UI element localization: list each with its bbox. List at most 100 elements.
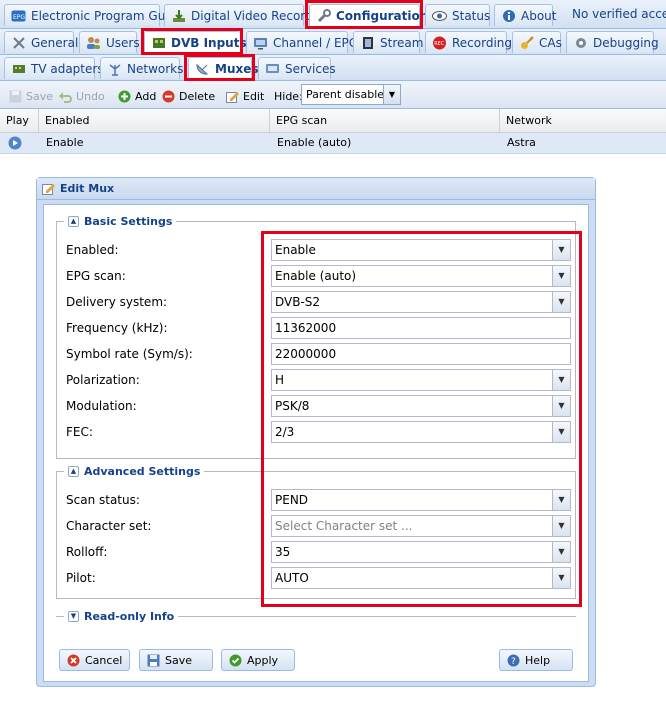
rolloff-combo[interactable]: 35 ▼ xyxy=(271,541,571,563)
delete-icon xyxy=(161,89,175,103)
hide-filter-value: Parent disabled xyxy=(306,88,392,101)
svg-text:REC: REC xyxy=(434,41,445,47)
table-row[interactable]: Enable Enable (auto) Astra xyxy=(0,133,666,154)
column-header-epg-scan[interactable]: EPG scan xyxy=(270,109,500,132)
tab-tv-adapters[interactable]: TV adapters xyxy=(4,57,104,79)
frequency-value: 11362000 xyxy=(275,321,337,335)
film-icon xyxy=(360,35,375,50)
chevron-down-icon[interactable]: ▼ xyxy=(552,516,570,536)
tab-users-label: Users xyxy=(106,35,140,50)
tab-recording[interactable]: REC Recording xyxy=(425,31,512,53)
polarization-combo[interactable]: H ▼ xyxy=(271,369,571,391)
tab-channel-epg-label: Channel / EPG xyxy=(273,35,359,50)
svg-text:?: ? xyxy=(511,657,516,667)
chevron-down-icon[interactable]: ▼ xyxy=(552,396,570,416)
dialog-header[interactable]: Edit Mux xyxy=(37,178,595,200)
epg-scan-combo[interactable]: Enable (auto) ▼ xyxy=(271,265,571,287)
tab-general-label: General xyxy=(31,35,79,50)
column-header-enabled[interactable]: Enabled xyxy=(39,109,270,132)
help-button[interactable]: ? Help xyxy=(499,649,573,671)
fec-value: 2/3 xyxy=(275,425,295,439)
tab-debugging[interactable]: Debugging xyxy=(566,31,659,53)
check-icon xyxy=(228,653,243,668)
tab-services[interactable]: Services xyxy=(258,57,336,79)
edit-icon xyxy=(225,89,239,103)
enabled-value: Enable xyxy=(275,243,316,257)
toolbar-undo-button[interactable]: Undo xyxy=(58,87,105,105)
epg-scan-value: Enable (auto) xyxy=(275,269,357,283)
cancel-button[interactable]: Cancel xyxy=(59,649,130,671)
readonly-info-legend[interactable]: ▼ Read-only Info xyxy=(64,609,179,623)
symbol-rate-value: 22000000 xyxy=(275,347,337,361)
modulation-value: PSK/8 xyxy=(275,399,310,413)
cell-epg-scan: Enable (auto) xyxy=(277,136,352,149)
save-disk-icon xyxy=(146,653,161,668)
advanced-settings-title: Advanced Settings xyxy=(84,464,201,478)
epg-icon: EPG xyxy=(11,8,26,23)
scan-status-label: Scan status: xyxy=(66,493,140,507)
tab-dvb-inputs[interactable]: DVB Inputs xyxy=(144,31,247,53)
chevron-down-icon[interactable]: ▼ xyxy=(552,240,570,260)
symbol-rate-field[interactable]: 22000000 xyxy=(271,343,571,365)
wrench-icon xyxy=(316,8,331,23)
svg-text:EPG: EPG xyxy=(13,14,25,21)
expand-icon[interactable]: ▼ xyxy=(68,610,79,622)
chevron-down-icon[interactable]: ▼ xyxy=(552,370,570,390)
pilot-combo[interactable]: AUTO ▼ xyxy=(271,567,571,589)
tab-epg-label: Electronic Program Guide xyxy=(31,8,184,23)
enabled-combo[interactable]: Enable ▼ xyxy=(271,239,571,261)
tab-dvr[interactable]: Digital Video Recorder xyxy=(164,4,325,26)
character-set-combo[interactable]: Select Character set ... ▼ xyxy=(271,515,571,537)
tab-status[interactable]: Status xyxy=(425,4,490,26)
frequency-field[interactable]: 11362000 xyxy=(271,317,571,339)
tab-channel-epg[interactable]: Channel / EPG xyxy=(246,31,358,53)
tab-status-label: Status xyxy=(452,8,491,23)
toolbar-delete-button[interactable]: Delete xyxy=(161,87,215,105)
column-header-play[interactable]: Play xyxy=(0,109,39,132)
character-set-placeholder: Select Character set ... xyxy=(275,519,413,533)
cell-enabled: Enable xyxy=(46,136,84,149)
toolbar-edit-button[interactable]: Edit xyxy=(225,87,264,105)
modulation-label: Modulation: xyxy=(66,399,137,413)
scan-status-combo[interactable]: PEND ▼ xyxy=(271,489,571,511)
save-label: Save xyxy=(165,653,193,667)
collapse-icon[interactable]: ▲ xyxy=(68,465,79,477)
hide-filter-select[interactable]: Parent disabled ▼ xyxy=(301,84,401,105)
delivery-system-label: Delivery system: xyxy=(66,295,168,309)
cancel-icon xyxy=(66,653,81,668)
delivery-system-combo[interactable]: DVB-S2 ▼ xyxy=(271,291,571,313)
enabled-label: Enabled: xyxy=(66,243,119,257)
tab-epg[interactable]: EPG Electronic Program Guide xyxy=(4,4,184,26)
play-icon[interactable] xyxy=(3,133,22,153)
chevron-down-icon[interactable]: ▼ xyxy=(383,85,400,104)
chevron-down-icon[interactable]: ▼ xyxy=(552,292,570,312)
collapse-icon[interactable]: ▲ xyxy=(68,215,79,227)
fec-combo[interactable]: 2/3 ▼ xyxy=(271,421,571,443)
gear-icon xyxy=(573,35,588,50)
cancel-label: Cancel xyxy=(85,653,123,667)
chevron-down-icon[interactable]: ▼ xyxy=(552,422,570,442)
tab-users[interactable]: Users xyxy=(79,31,140,53)
toolbar-add-button[interactable]: Add xyxy=(117,87,156,105)
chevron-down-icon[interactable]: ▼ xyxy=(552,490,570,510)
tab-general[interactable]: General xyxy=(4,31,78,53)
apply-button[interactable]: Apply xyxy=(221,649,295,671)
chevron-down-icon[interactable]: ▼ xyxy=(552,266,570,286)
column-header-network[interactable]: Network xyxy=(500,109,666,132)
tab-stream[interactable]: Stream xyxy=(353,31,423,53)
tab-tv-adapters-label: TV adapters xyxy=(31,61,104,76)
toolbar-save-button[interactable]: Save xyxy=(8,87,53,105)
tab-networks[interactable]: Networks xyxy=(100,57,183,79)
tab-muxes[interactable]: Muxes xyxy=(188,57,259,79)
chevron-down-icon[interactable]: ▼ xyxy=(552,568,570,588)
tab-about[interactable]: About xyxy=(494,4,556,26)
rec-icon: REC xyxy=(432,35,447,50)
save-button[interactable]: Save xyxy=(139,649,213,671)
toolbar-edit-label: Edit xyxy=(243,89,265,103)
chevron-down-icon[interactable]: ▼ xyxy=(552,542,570,562)
tab-cas[interactable]: CAs xyxy=(512,31,562,53)
advanced-settings-legend[interactable]: ▲ Advanced Settings xyxy=(64,464,205,478)
modulation-combo[interactable]: PSK/8 ▼ xyxy=(271,395,571,417)
tab-configuration[interactable]: Configuration xyxy=(309,4,428,26)
basic-settings-legend[interactable]: ▲ Basic Settings xyxy=(64,214,177,228)
